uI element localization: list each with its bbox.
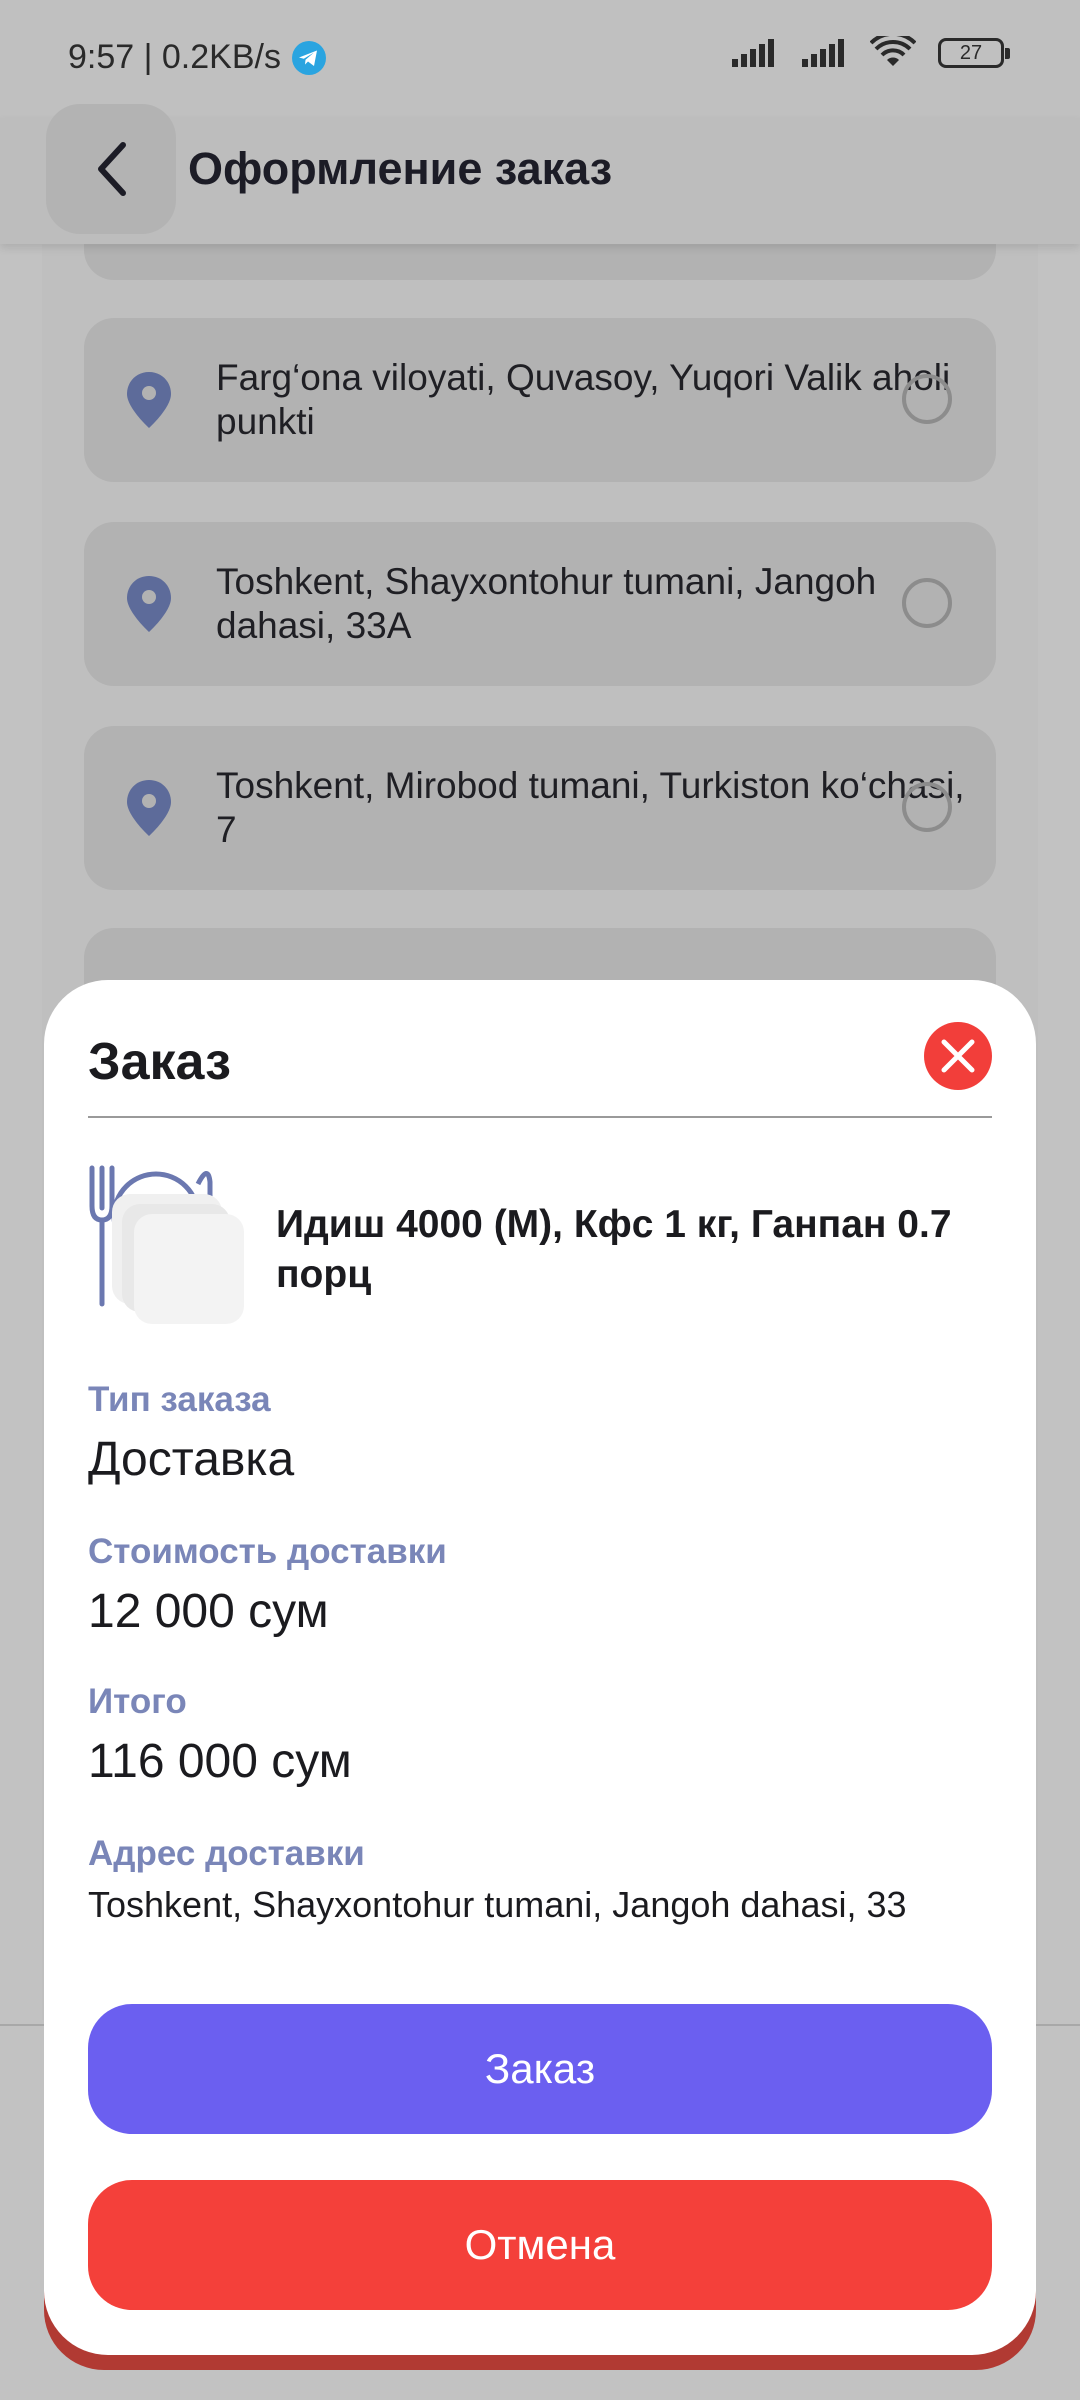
status-bar: 9:57 | 0.2KB/s 27 — [0, 0, 1080, 118]
address-card-partial-top[interactable] — [84, 240, 996, 280]
product-image — [89, 1165, 244, 1324]
address-card[interactable]: Farg‘ona viloyati, Quvasoy, Yuqori Valik… — [84, 318, 996, 482]
telegram-icon — [291, 40, 326, 75]
order-button[interactable]: Заказ — [88, 2004, 992, 2134]
delivery-cost-value: 12 000 сум — [88, 1585, 329, 1638]
status-left: 9:57 | 0.2KB/s — [68, 38, 327, 77]
fork-icon — [89, 1165, 115, 1307]
address-radio[interactable] — [902, 374, 952, 424]
location-pin-icon — [127, 780, 171, 836]
sheet-title: Заказ — [88, 1033, 231, 1091]
address-card[interactable]: Toshkent, Mirobod tumani, Turkiston ko‘c… — [84, 726, 996, 890]
order-type-value: Доставка — [88, 1433, 295, 1486]
address-text: Farg‘ona viloyati, Quvasoy, Yuqori Valik… — [216, 357, 951, 442]
address-radio[interactable] — [902, 782, 952, 832]
address-card-partial-bottom[interactable] — [84, 928, 996, 988]
order-bottom-sheet: Заказ Идиш 4000 (M), Кфс 1 кг, Ганпан 0.… — [44, 980, 1036, 2355]
wifi-icon — [870, 36, 916, 66]
status-right: 27 — [730, 36, 1010, 70]
address-text: Toshkent, Shayxontohur tumani, Jangoh da… — [216, 561, 877, 646]
product-name: Идиш 4000 (M), Кфс 1 кг, Ганпан 0.7 порц — [276, 1203, 952, 1296]
address-card[interactable]: Toshkent, Shayxontohur tumani, Jangoh da… — [84, 522, 996, 686]
delivery-address-label: Адрес доставки — [88, 1834, 365, 1873]
total-label: Итого — [88, 1682, 187, 1721]
address-text: Toshkent, Mirobod tumani, Turkiston ko‘c… — [216, 765, 965, 850]
location-pin-icon — [127, 576, 171, 632]
signal-icon — [732, 39, 774, 67]
page-title: Оформление заказ — [188, 143, 613, 194]
address-radio[interactable] — [902, 578, 952, 628]
delivery-cost-label: Стоимость доставки — [88, 1532, 447, 1571]
cancel-button[interactable]: Отмена — [88, 2180, 992, 2310]
battery-icon: 27 — [938, 38, 1010, 68]
close-icon — [941, 1039, 975, 1073]
close-button[interactable] — [924, 1022, 992, 1090]
total-value: 116 000 сум — [88, 1735, 352, 1788]
delivery-address-value: Toshkent, Shayxontohur tumani, Jangoh da… — [88, 1884, 907, 1925]
back-arrow-icon — [98, 142, 126, 196]
status-time-speed: 9:57 | 0.2KB/s — [68, 38, 281, 76]
location-pin-icon — [127, 372, 171, 428]
order-type-label: Тип заказа — [88, 1380, 271, 1419]
sheet-divider — [88, 1116, 992, 1118]
signal-icon-2 — [802, 39, 844, 67]
back-button[interactable] — [46, 104, 176, 234]
